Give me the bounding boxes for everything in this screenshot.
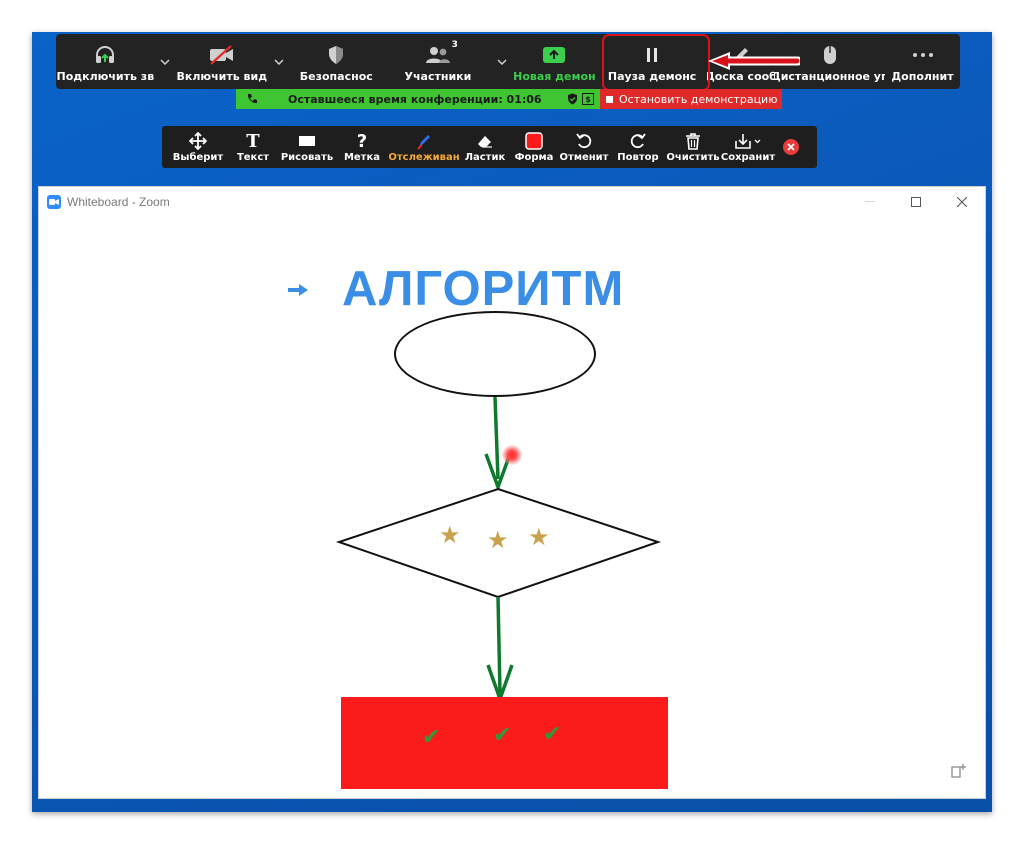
- stop-square-icon: [606, 95, 613, 103]
- minimize-button[interactable]: [847, 187, 893, 217]
- video-off-icon: [209, 42, 235, 68]
- annot-clear-label: Очистить: [666, 152, 720, 163]
- annot-close-button[interactable]: [776, 126, 806, 168]
- trash-icon: [685, 131, 701, 151]
- redo-icon: [629, 131, 647, 151]
- more-icon: [912, 42, 934, 68]
- start-video-button[interactable]: Включить вид: [174, 34, 269, 89]
- annot-spotlight-label: Отслеживан: [388, 152, 460, 163]
- close-icon: [957, 197, 967, 207]
- phone-icon: [247, 94, 257, 104]
- more-button[interactable]: Дополнит: [885, 34, 960, 89]
- annot-select-button[interactable]: Выберит: [168, 126, 228, 168]
- annotation-toolbar: Выберит T Текст Рисовать ? Метка Отслежи…: [162, 126, 817, 168]
- text-icon: T: [246, 130, 260, 152]
- participants-count-badge: 3: [451, 40, 458, 50]
- connector-arrow-2: [496, 596, 502, 694]
- annot-draw-label: Рисовать: [280, 152, 334, 163]
- whiteboard-titlebar: Whiteboard - Zoom: [39, 187, 985, 217]
- annot-eraser-label: Ластик: [464, 152, 506, 163]
- more-label: Дополнит: [891, 70, 954, 83]
- move-icon: [189, 131, 207, 151]
- remaining-time-text: Оставшееся время конференции: 01:06: [288, 92, 542, 106]
- star-stamp: ★: [487, 526, 509, 554]
- new-page-icon[interactable]: [949, 762, 967, 780]
- star-stamp: ★: [439, 521, 461, 549]
- unmute-audio-button[interactable]: Подключить зв: [56, 34, 155, 89]
- meeting-timer-bar: Оставшееся время конференции: 01:06 $: [236, 89, 600, 109]
- whiteboard-window-title: Whiteboard - Zoom: [67, 195, 170, 209]
- annot-format-label: Форма: [514, 152, 554, 163]
- annot-save-label: Сохранит: [720, 152, 776, 163]
- checkmark-stamp: ✔: [493, 723, 512, 748]
- annot-text-button[interactable]: T Текст: [228, 126, 278, 168]
- encryption-shield-icon: [566, 93, 578, 105]
- annot-eraser-button[interactable]: Ластик: [460, 126, 510, 168]
- minimize-icon: [865, 201, 875, 202]
- participants-icon: [425, 42, 451, 68]
- annot-undo-label: Отменит: [559, 152, 609, 163]
- close-window-button[interactable]: [939, 187, 985, 217]
- maximize-icon: [911, 197, 921, 207]
- annot-stamp-label: Метка: [343, 152, 381, 163]
- format-color-icon: [525, 131, 543, 151]
- annot-undo-button[interactable]: Отменит: [558, 126, 610, 168]
- whiteboard-canvas[interactable]: АЛГОРИТМ ★ ★ ★ ✔ ✔ ✔: [39, 217, 985, 798]
- annot-text-label: Текст: [236, 152, 270, 163]
- new-share-label: Новая демон: [513, 70, 596, 83]
- maximize-button[interactable]: [893, 187, 939, 217]
- shield-icon: [327, 42, 345, 68]
- annot-redo-label: Повтор: [617, 152, 659, 163]
- billing-dollar-icon: $: [582, 93, 594, 105]
- save-icon: [734, 131, 762, 151]
- annot-select-label: Выберит: [172, 152, 224, 163]
- security-label: Безопаснос: [299, 70, 373, 83]
- desktop-background: Подключить зв Включить вид Безопаснос 3 …: [32, 32, 992, 812]
- star-stamp: ★: [528, 523, 550, 551]
- spotlight-pen-icon: [416, 131, 432, 151]
- start-video-label: Включить вид: [176, 70, 268, 83]
- annot-format-button[interactable]: Форма: [510, 126, 558, 168]
- unmute-audio-label: Подключить зв: [56, 70, 155, 83]
- checkmark-stamp: ✔: [422, 725, 441, 750]
- video-options-caret[interactable]: [269, 34, 289, 89]
- annot-spotlight-button[interactable]: Отслеживан: [388, 126, 460, 168]
- annot-stamp-button[interactable]: ? Метка: [336, 126, 388, 168]
- question-icon: ?: [356, 130, 368, 152]
- stop-share-label: Остановить демонстрацию: [619, 92, 778, 106]
- new-share-button[interactable]: Новая демон: [512, 34, 597, 89]
- undo-icon: [575, 131, 593, 151]
- close-circle-icon: [783, 139, 799, 155]
- pause-share-button[interactable]: Пауза демонс: [597, 34, 708, 89]
- laser-pointer-dot: [502, 445, 522, 465]
- security-button[interactable]: Безопаснос: [289, 34, 384, 89]
- headphones-icon: [94, 42, 116, 68]
- meeting-controls-bar: Подключить зв Включить вид Безопаснос 3 …: [56, 34, 960, 89]
- red-pointer-arrow: [708, 52, 800, 70]
- checkmark-stamp: ✔: [543, 722, 562, 747]
- whiteboard-window: Whiteboard - Zoom АЛГОРИТМ ★ ★ ★ ✔ ✔ ✔: [38, 186, 986, 799]
- participants-button[interactable]: 3 Участники: [384, 34, 493, 89]
- draw-rect-icon: [298, 131, 316, 151]
- annot-save-button[interactable]: Сохранит: [720, 126, 776, 168]
- annot-clear-button[interactable]: Очистить: [666, 126, 720, 168]
- annot-redo-button[interactable]: Повтор: [610, 126, 666, 168]
- annot-draw-button[interactable]: Рисовать: [278, 126, 336, 168]
- zoom-app-icon: [47, 195, 61, 209]
- participants-options-caret[interactable]: [492, 34, 512, 89]
- audio-options-caret[interactable]: [155, 34, 175, 89]
- pause-share-label: Пауза демонс: [607, 70, 697, 83]
- mouse-icon: [823, 42, 837, 68]
- share-screen-icon: [542, 42, 566, 68]
- eraser-icon: [476, 131, 494, 151]
- stop-share-button[interactable]: Остановить демонстрацию: [600, 89, 782, 109]
- participants-label: Участники: [404, 70, 472, 83]
- connector-arrow-1: [493, 396, 500, 480]
- pause-icon: [644, 42, 660, 68]
